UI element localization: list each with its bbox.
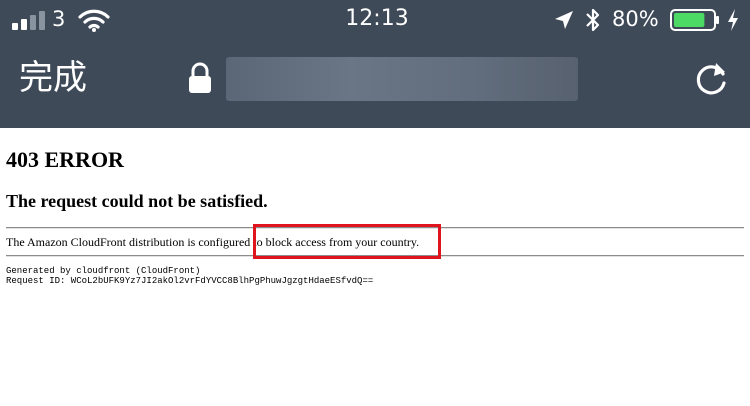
status-time: 12:13	[345, 6, 409, 31]
error-page: 403 ERROR The request could not be satis…	[0, 128, 750, 406]
carrier-label: 3	[52, 7, 66, 31]
browser-chrome: 3 12:13 80% 完成	[0, 0, 750, 128]
wifi-icon	[78, 9, 110, 32]
status-bar: 3 12:13 80%	[0, 0, 750, 40]
page-title: 403 ERROR	[6, 147, 124, 172]
done-button[interactable]: 完成	[19, 56, 87, 100]
battery-icon	[670, 9, 719, 31]
url-field[interactable]	[226, 57, 578, 101]
battery-percent: 80%	[612, 7, 659, 31]
signal-icon	[12, 11, 45, 30]
page-subtitle: The request could not be satisfied.	[6, 191, 268, 211]
highlight-box	[253, 224, 441, 259]
bluetooth-icon	[586, 8, 600, 32]
location-icon	[555, 11, 573, 29]
reload-icon[interactable]	[690, 58, 732, 100]
error-details: Generated by cloudfront (CloudFront) Requ…	[6, 266, 373, 286]
lock-icon	[189, 62, 211, 93]
battery-fill	[674, 13, 705, 27]
request-id-line: Request ID: WCoL2bUFK9Yz7JI2akOl2vrFdYVC…	[6, 276, 374, 286]
charging-icon	[728, 9, 738, 31]
generated-by-line: Generated by cloudfront (CloudFront)	[6, 266, 201, 276]
